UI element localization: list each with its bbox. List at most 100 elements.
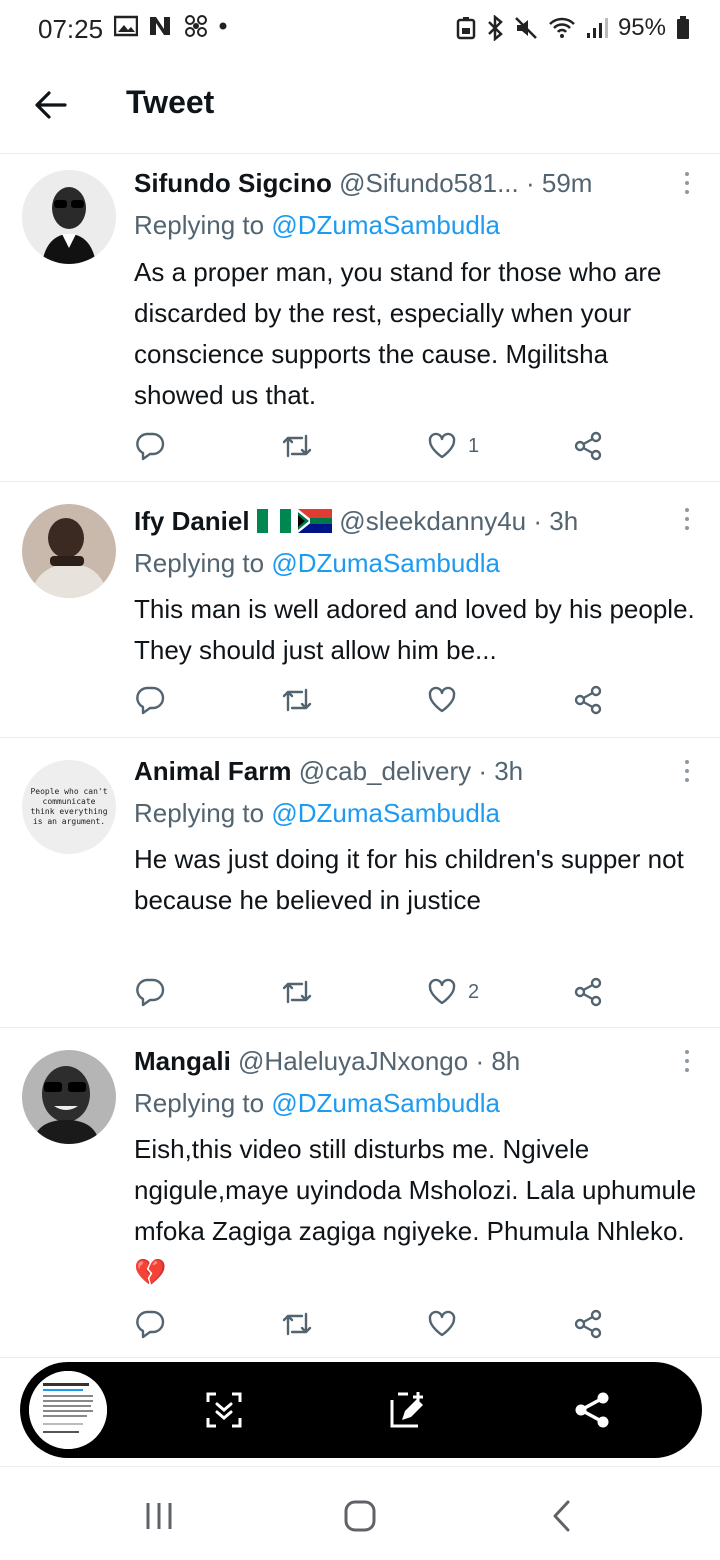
mention-link[interactable]: @DZumaSambudla — [271, 1088, 500, 1118]
tweet-time: · 3h — [478, 756, 524, 786]
replying-to-label: Replying to — [134, 798, 265, 828]
share-icon — [574, 685, 602, 715]
signal-icon — [586, 18, 608, 38]
like-icon — [428, 978, 456, 1005]
reply-button[interactable] — [134, 1308, 166, 1340]
avatar[interactable] — [22, 504, 116, 598]
share-icon — [574, 431, 602, 461]
display-name[interactable]: Animal Farm — [134, 756, 292, 786]
tweet-item[interactable]: Sifundo Sigcino @Sifundo581... · 59m Rep… — [0, 154, 720, 482]
tweet-item[interactable]: Mangali @HaleluyaJNxongo · 8h Replying t… — [0, 1028, 720, 1358]
like-button[interactable] — [426, 684, 468, 716]
retweet-icon — [282, 434, 312, 458]
replying-to: Replying to @DZumaSambudla — [134, 548, 500, 579]
tweet-text: This man is well adored and loved by his… — [134, 594, 695, 665]
user-handle[interactable]: @HaleluyaJNxongo — [238, 1046, 468, 1076]
more-icon[interactable] — [682, 172, 692, 198]
like-button[interactable]: 2 — [426, 976, 479, 1008]
tweet-actions — [134, 684, 720, 716]
tweet-text: As a proper man, you stand for those who… — [134, 257, 662, 410]
replying-to-label: Replying to — [134, 210, 265, 240]
more-icon[interactable] — [682, 760, 692, 786]
reply-icon — [136, 978, 165, 1007]
avatar[interactable] — [22, 170, 116, 264]
user-handle[interactable]: @Sifundo581... — [339, 168, 519, 198]
tweet-header: Animal Farm @cab_delivery · 3h — [134, 756, 674, 787]
retweet-icon — [282, 1312, 312, 1336]
wifi-icon — [549, 17, 575, 38]
like-icon — [428, 432, 456, 459]
reply-icon — [136, 432, 165, 461]
retweet-button[interactable] — [280, 1308, 314, 1340]
share-icon[interactable] — [572, 1390, 612, 1430]
like-button[interactable] — [426, 1308, 468, 1340]
tweet-actions: 2 — [134, 976, 720, 1008]
bluetooth-icon — [488, 15, 503, 41]
notification-icons — [114, 14, 228, 38]
mention-link[interactable]: @DZumaSambudla — [271, 548, 500, 578]
back-icon[interactable] — [546, 1499, 580, 1533]
back-arrow-icon[interactable] — [34, 88, 68, 122]
user-handle[interactable]: @sleekdanny4u — [339, 506, 526, 536]
share-button[interactable] — [572, 1308, 604, 1340]
scroll-capture-icon[interactable] — [204, 1390, 244, 1430]
app-header: Tweet — [0, 66, 720, 154]
tweet-header: Ify Daniel @sleekdanny4u · 3h — [134, 506, 674, 537]
share-icon — [574, 1309, 602, 1339]
share-icon — [574, 977, 602, 1007]
retweet-icon — [282, 980, 312, 1004]
tweet-text: Eish,this video still disturbs me. Ngive… — [134, 1134, 697, 1287]
tweet-time: · 59m — [525, 168, 593, 198]
n-app-icon — [150, 17, 170, 35]
system-icons: 95% — [456, 14, 690, 42]
retweet-icon — [282, 688, 312, 712]
status-bar: 07:25 95% — [0, 0, 720, 56]
display-name[interactable]: Ify Daniel — [134, 506, 250, 536]
user-handle[interactable]: @cab_delivery — [299, 756, 471, 786]
share-button[interactable] — [572, 976, 604, 1008]
like-icon — [428, 686, 456, 713]
mention-link[interactable]: @DZumaSambudla — [271, 798, 500, 828]
flag-icon-south-africa — [298, 509, 333, 533]
screenshot-toolbar — [20, 1362, 702, 1458]
tweet-header: Sifundo Sigcino @Sifundo581... · 59m — [134, 168, 674, 199]
like-icon — [428, 1310, 456, 1337]
page-title: Tweet — [126, 84, 215, 120]
retweet-button[interactable] — [280, 430, 314, 462]
like-count: 1 — [468, 434, 480, 457]
retweet-button[interactable] — [280, 976, 314, 1008]
screenshot-thumbnail[interactable] — [26, 1368, 110, 1452]
home-icon[interactable] — [343, 1499, 377, 1533]
draw-icon[interactable] — [388, 1390, 428, 1430]
share-button[interactable] — [572, 430, 604, 462]
display-name[interactable]: Mangali — [134, 1046, 231, 1076]
tweet-time: · 8h — [475, 1046, 521, 1076]
lock-battery-icon — [456, 17, 476, 40]
reply-button[interactable] — [134, 684, 166, 716]
fan-icon — [185, 15, 207, 37]
battery-level: 95% — [617, 14, 666, 41]
status-time: 07:25 — [38, 14, 104, 44]
like-count: 2 — [468, 980, 480, 1003]
replying-to: Replying to @DZumaSambudla — [134, 1088, 500, 1119]
reply-button[interactable] — [134, 430, 166, 462]
replying-to: Replying to @DZumaSambudla — [134, 210, 500, 241]
display-name[interactable]: Sifundo Sigcino — [134, 168, 332, 198]
mention-link[interactable]: @DZumaSambudla — [271, 210, 500, 240]
replying-to-label: Replying to — [134, 548, 265, 578]
reply-button[interactable] — [134, 976, 166, 1008]
tweet-item[interactable]: Ify Daniel @sleekdanny4u · 3h Replying t… — [0, 482, 720, 738]
mute-icon — [515, 17, 537, 39]
share-button[interactable] — [572, 684, 604, 716]
replying-to-label: Replying to — [134, 1088, 265, 1118]
tweet-header: Mangali @HaleluyaJNxongo · 8h — [134, 1046, 674, 1077]
tweet-item[interactable]: People who can't communicate think every… — [0, 738, 720, 1028]
like-button[interactable]: 1 — [426, 430, 479, 462]
recents-icon[interactable] — [142, 1499, 176, 1533]
more-icon[interactable] — [682, 1050, 692, 1076]
avatar[interactable] — [22, 1050, 116, 1144]
retweet-button[interactable] — [280, 684, 314, 716]
more-icon[interactable] — [682, 508, 692, 534]
avatar[interactable]: People who can't communicate think every… — [22, 760, 116, 854]
tweet-actions: 1 — [134, 430, 720, 462]
